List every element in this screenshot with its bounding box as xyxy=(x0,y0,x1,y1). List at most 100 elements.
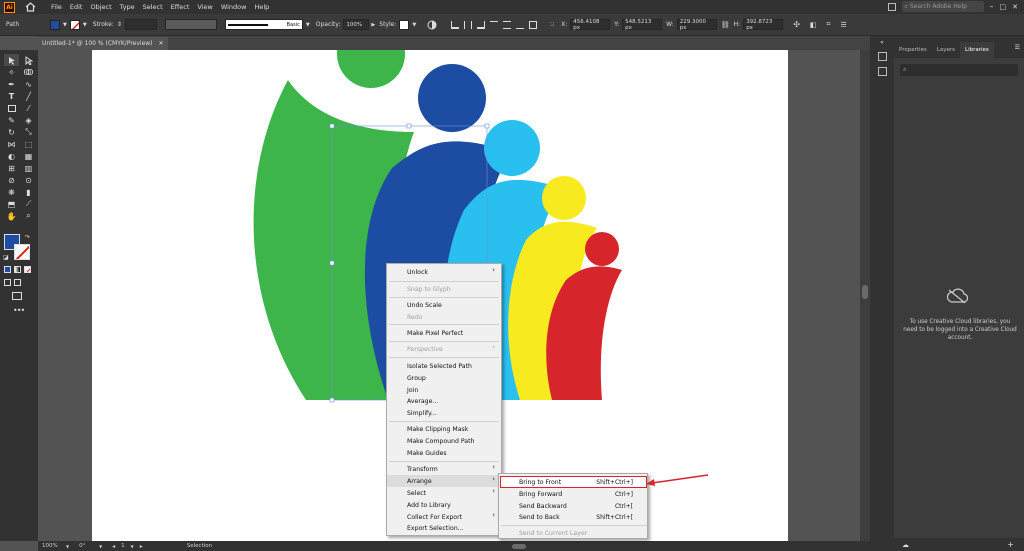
rotate-tool-icon[interactable]: ↻ xyxy=(4,126,19,138)
color-icon[interactable] xyxy=(4,266,11,273)
recolor-icon[interactable] xyxy=(426,19,437,30)
menu-view[interactable]: View xyxy=(193,3,216,11)
graph-tool-icon[interactable]: ▮ xyxy=(21,186,36,198)
menu-item-average[interactable]: Average... xyxy=(387,395,501,407)
zoom-field[interactable]: 100% xyxy=(42,543,66,549)
home-icon[interactable] xyxy=(23,1,37,13)
next-artboard-icon[interactable]: ▸ xyxy=(140,543,143,550)
h-field[interactable]: 392.8723 px xyxy=(743,19,784,31)
menu-item-unlock[interactable]: Unlock › xyxy=(387,266,501,278)
menu-help[interactable]: Help xyxy=(250,3,273,11)
align-right-icon[interactable] xyxy=(477,20,486,29)
stroke-swatch[interactable] xyxy=(69,19,80,30)
paintbrush-tool-icon[interactable]: ⁄ xyxy=(21,102,36,114)
curvature-tool-icon[interactable]: ∿ xyxy=(21,78,36,90)
menu-item-simplify[interactable]: Simplify... xyxy=(387,407,501,419)
library-search-input[interactable]: ⌕ xyxy=(900,64,1018,76)
close-icon[interactable]: ✕ xyxy=(1012,3,1018,11)
menu-edit[interactable]: Edit xyxy=(66,3,87,11)
menu-item-group[interactable]: Group xyxy=(387,372,501,384)
panels-icon[interactable] xyxy=(887,2,896,11)
menu-item-select[interactable]: Select › xyxy=(387,487,501,499)
more-tools-icon[interactable]: ••• xyxy=(13,306,25,315)
chevron-down-icon[interactable]: ▼ xyxy=(63,22,67,28)
menu-item-export-selection[interactable]: Export Selection... xyxy=(387,522,501,534)
align-bottom-icon[interactable] xyxy=(516,21,525,29)
constrain-proportions-icon[interactable]: ⛓ xyxy=(721,21,730,29)
chevron-down-icon[interactable]: ▼ xyxy=(99,544,102,549)
default-colors-icon[interactable]: ◪ xyxy=(3,254,9,261)
perspective-grid-tool-icon[interactable]: ▦ xyxy=(21,150,36,162)
stroke-stepper-icon[interactable]: ⇕ xyxy=(117,21,122,28)
menu-item-make-pixel-perfect[interactable]: Make Pixel Perfect xyxy=(387,327,501,339)
scrollbar-thumb[interactable] xyxy=(862,285,868,299)
menu-effect[interactable]: Effect xyxy=(167,3,194,11)
cloud-sync-icon[interactable]: ☁ xyxy=(902,541,909,549)
zoom-tool-icon[interactable]: ⌕ xyxy=(21,210,36,222)
menu-item-make-guides[interactable]: Make Guides xyxy=(387,447,501,459)
align-center-icon[interactable] xyxy=(464,20,473,29)
chevron-down-icon[interactable]: ▼ xyxy=(412,22,416,28)
menu-file[interactable]: File xyxy=(47,3,66,11)
y-field[interactable]: 548.5213 px xyxy=(622,19,663,31)
artboard-number-field[interactable]: 1 xyxy=(121,543,125,549)
menu-object[interactable]: Object xyxy=(86,3,115,11)
hand-tool-icon[interactable]: ✋ xyxy=(4,210,19,222)
chevron-right-icon[interactable]: ▶ xyxy=(371,22,375,28)
fill-swatch[interactable] xyxy=(50,19,60,30)
transform-icon[interactable]: ✣ xyxy=(793,20,800,29)
pen-tool-icon[interactable]: ✒ xyxy=(4,78,19,90)
screen-mode-icon[interactable] xyxy=(12,292,22,300)
gradient-icon[interactable] xyxy=(14,266,21,273)
panel-icon[interactable] xyxy=(877,67,887,76)
align-middle-icon[interactable] xyxy=(503,20,512,29)
chevron-down-icon[interactable]: ▼ xyxy=(83,22,87,28)
menu-item-bring-forward[interactable]: Bring Forward Ctrl+] xyxy=(499,488,647,500)
panel-menu-icon[interactable]: ☰ xyxy=(1015,44,1024,51)
draw-behind-icon[interactable] xyxy=(14,279,21,286)
eyedropper-tool-icon[interactable]: ⊘ xyxy=(4,174,19,186)
line-tool-icon[interactable]: ╱ xyxy=(21,90,36,102)
eraser-tool-icon[interactable]: ◈ xyxy=(21,114,36,126)
chevron-down-icon[interactable]: ▼ xyxy=(131,544,134,549)
tab-layers[interactable]: Layers xyxy=(932,42,960,58)
w-field[interactable]: 229.3000 px xyxy=(676,19,717,31)
style-swatch[interactable] xyxy=(399,19,410,30)
add-asset-icon[interactable]: + xyxy=(1007,540,1014,549)
panel-menu-icon[interactable]: ☰ xyxy=(840,21,846,29)
menu-item-undo-scale[interactable]: Undo Scale xyxy=(387,299,501,311)
menu-select[interactable]: Select xyxy=(139,3,167,11)
menu-item-make-compound-path[interactable]: Make Compound Path xyxy=(387,435,501,447)
scale-tool-icon[interactable]: ⤡ xyxy=(21,126,36,138)
mesh-tool-icon[interactable]: ⊞ xyxy=(4,162,19,174)
panel-icon[interactable] xyxy=(877,52,887,61)
brush-definition-field[interactable]: Basic xyxy=(224,19,303,30)
swap-fill-stroke-icon[interactable]: ↷ xyxy=(25,234,30,241)
shape-builder-tool-icon[interactable]: ◐ xyxy=(4,150,19,162)
distribute-icon[interactable] xyxy=(529,20,538,29)
lasso-tool-icon[interactable]: ↂ xyxy=(21,66,36,78)
reference-point-icon[interactable]: ⁙ xyxy=(549,21,555,29)
tab-properties[interactable]: Properties xyxy=(894,42,932,58)
stroke-color-box[interactable] xyxy=(14,244,30,260)
magic-wand-tool-icon[interactable]: ✧ xyxy=(4,66,19,78)
tab-libraries[interactable]: Libraries xyxy=(960,42,994,58)
draw-normal-icon[interactable] xyxy=(4,279,11,286)
menu-item-send-to-back[interactable]: Send to Back Shift+Ctrl+[ xyxy=(499,511,647,523)
rectangle-tool-icon[interactable] xyxy=(4,102,19,114)
warp-icon[interactable]: ⌗ xyxy=(827,20,831,29)
isolate-icon[interactable]: ◧ xyxy=(810,21,817,29)
direct-selection-tool-icon[interactable] xyxy=(21,54,36,66)
prev-artboard-icon[interactable]: ◂ xyxy=(112,543,115,550)
opacity-field[interactable]: 100% xyxy=(343,19,370,30)
symbol-sprayer-tool-icon[interactable]: ❋ xyxy=(4,186,19,198)
x-field[interactable]: 456.4108 px xyxy=(570,19,611,31)
artboard-tool-icon[interactable]: ⬒ xyxy=(4,198,19,210)
maximize-icon[interactable]: □ xyxy=(1000,3,1007,11)
horizontal-scroll-thumb[interactable] xyxy=(512,543,527,549)
align-left-icon[interactable] xyxy=(451,20,460,29)
none-icon[interactable] xyxy=(24,266,31,273)
stroke-weight-field[interactable] xyxy=(124,19,157,30)
slice-tool-icon[interactable]: ⟋ xyxy=(21,198,36,210)
minimize-icon[interactable]: – xyxy=(990,2,994,11)
